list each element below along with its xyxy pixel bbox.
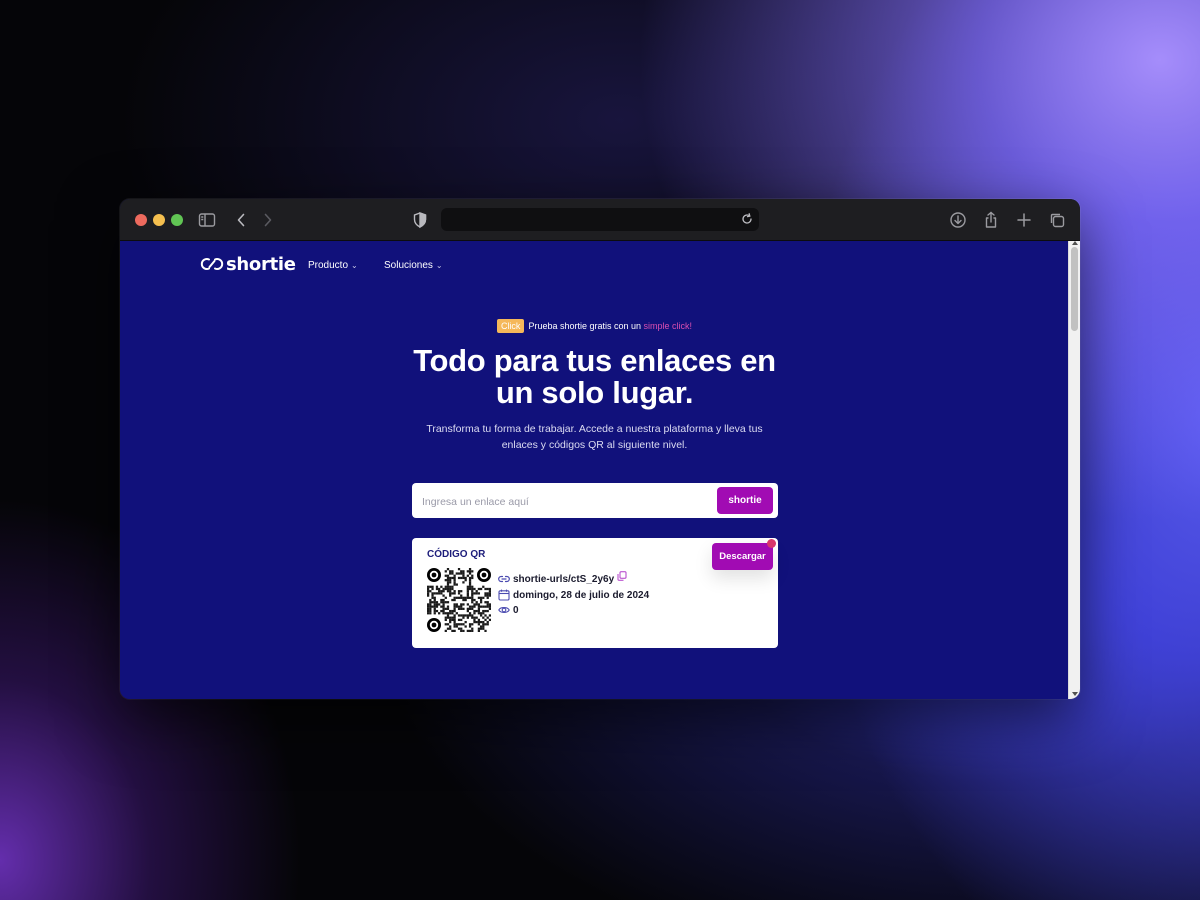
browser-window: shortie Producto ⌄ Soluciones ⌄ Click Pru…	[120, 199, 1080, 699]
scrollbar-thumb[interactable]	[1071, 247, 1078, 331]
hero-title-line-1: Todo para tus enlaces en	[413, 343, 776, 378]
close-window-button[interactable]	[135, 214, 147, 226]
share-icon[interactable]	[981, 210, 1001, 230]
short-url[interactable]: shortie-urls/ctS_2y6y	[513, 574, 614, 585]
hero-subtitle: Transforma tu forma de trabajar. Accede …	[426, 423, 763, 451]
chevron-down-icon: ⌄	[351, 261, 358, 270]
short-url-row: shortie-urls/ctS_2y6y	[498, 571, 627, 585]
promo-banner: Click Prueba shortie gratis con un simple…	[120, 319, 1069, 333]
back-icon[interactable]	[231, 210, 251, 230]
nav-producto[interactable]: Producto ⌄	[308, 260, 358, 271]
shorten-button[interactable]: shortie	[717, 487, 773, 514]
link-icon	[200, 258, 224, 270]
web-page: shortie Producto ⌄ Soluciones ⌄ Click Pru…	[120, 241, 1069, 699]
promo-text: Prueba shortie gratis con un	[528, 321, 642, 331]
calendar-icon	[498, 589, 510, 601]
link-icon	[498, 573, 510, 585]
eye-icon	[498, 604, 510, 616]
qr-code-card: CÓDIGO QR Descargar shortie-urls/ctS_2y6…	[412, 538, 778, 648]
hero-title-line-2: un solo lugar.	[495, 375, 694, 410]
promo-badge: Click	[496, 319, 525, 333]
notification-dot	[767, 539, 776, 548]
privacy-shield-icon[interactable]	[410, 210, 430, 230]
nav-producto-label: Producto	[308, 260, 349, 271]
download-button[interactable]: Descargar	[712, 543, 773, 570]
reload-icon[interactable]	[740, 212, 754, 226]
tab-overview-icon[interactable]	[1047, 210, 1067, 230]
nav-soluciones[interactable]: Soluciones ⌄	[384, 260, 443, 271]
copy-icon[interactable]	[617, 571, 627, 581]
chevron-down-icon: ⌄	[435, 261, 443, 270]
promo-accent-link[interactable]: simple click!	[644, 321, 693, 331]
scroll-up-arrow[interactable]	[1072, 241, 1078, 245]
forward-icon[interactable]	[258, 210, 278, 230]
qr-card-title: CÓDIGO QR	[427, 549, 486, 560]
new-tab-icon[interactable]	[1014, 210, 1034, 230]
address-bar[interactable]	[441, 208, 759, 231]
qr-code-image	[427, 568, 491, 632]
created-date: domingo, 28 de julio de 2024	[513, 589, 650, 601]
hero-title: Todo para tus enlaces en un solo lugar.	[120, 345, 1069, 409]
nav-soluciones-label: Soluciones	[384, 260, 433, 271]
brand-name: shortie	[226, 253, 296, 275]
link-input[interactable]	[420, 483, 704, 520]
shorten-form: shortie	[412, 483, 778, 520]
brand-logo[interactable]: shortie	[200, 253, 296, 275]
views-row: 0	[498, 604, 519, 616]
view-count: 0	[513, 604, 519, 616]
maximize-window-button[interactable]	[171, 214, 183, 226]
downloads-icon[interactable]	[948, 210, 968, 230]
minimize-window-button[interactable]	[153, 214, 165, 226]
page-scrollbar[interactable]	[1068, 241, 1080, 699]
scroll-down-arrow[interactable]	[1072, 692, 1078, 696]
date-row: domingo, 28 de julio de 2024	[498, 589, 649, 601]
browser-toolbar	[120, 199, 1080, 241]
sidebar-toggle-icon[interactable]	[197, 210, 217, 230]
